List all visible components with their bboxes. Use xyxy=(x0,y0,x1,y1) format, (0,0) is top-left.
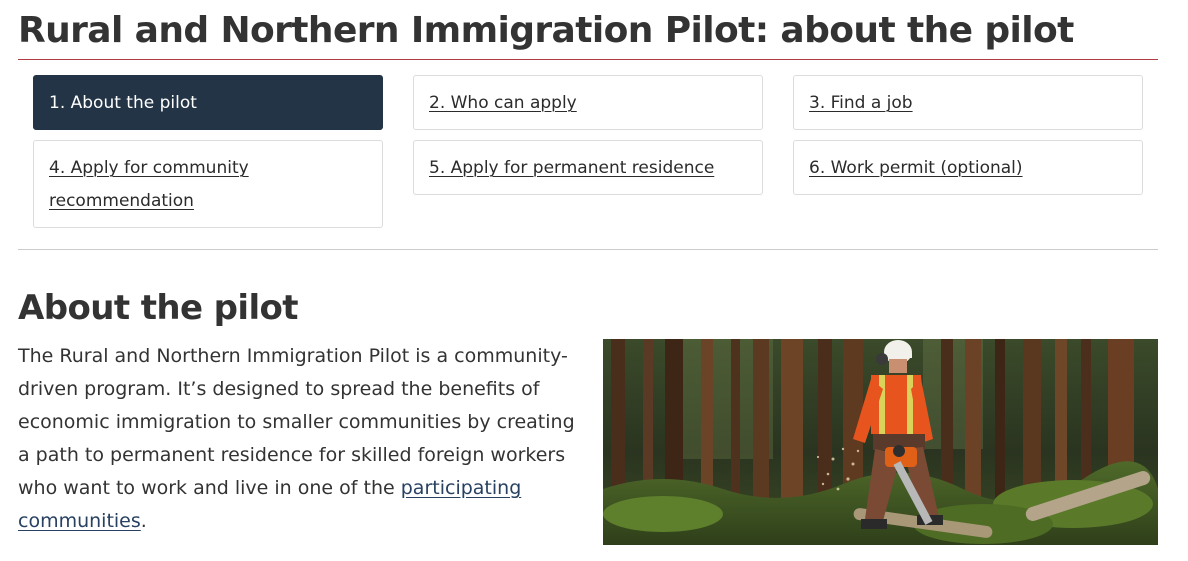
step-find-a-job[interactable]: 3. Find a job xyxy=(793,75,1143,130)
step-navigation: 1. About the pilot 2. Who can apply 3. F… xyxy=(0,0,1188,240)
step-link-find-a-job[interactable]: 3. Find a job xyxy=(809,93,913,113)
step-who-can-apply[interactable]: 2. Who can apply xyxy=(413,75,763,130)
step-work-permit[interactable]: 6. Work permit (optional) xyxy=(793,140,1143,195)
section-divider xyxy=(18,249,1158,250)
intro-text: The Rural and Northern Immigration Pilot… xyxy=(18,345,575,499)
step-link-about-the-pilot[interactable]: 1. About the pilot xyxy=(49,93,197,113)
step-about-the-pilot[interactable]: 1. About the pilot xyxy=(33,75,383,130)
forestry-worker-photo xyxy=(603,339,1158,545)
section-heading: About the pilot xyxy=(18,288,299,328)
step-link-apply-for-permanent-residence[interactable]: 5. Apply for permanent residence xyxy=(429,158,714,178)
intro-end: . xyxy=(140,510,147,532)
intro-paragraph: The Rural and Northern Immigration Pilot… xyxy=(18,340,590,538)
step-apply-for-community-recommendation[interactable]: 4. Apply for community recommendation xyxy=(33,140,383,228)
step-apply-for-permanent-residence[interactable]: 5. Apply for permanent residence xyxy=(413,140,763,195)
step-link-who-can-apply[interactable]: 2. Who can apply xyxy=(429,93,577,113)
step-link-apply-for-community-recommendation[interactable]: 4. Apply for community recommendation xyxy=(49,158,249,211)
step-link-work-permit[interactable]: 6. Work permit (optional) xyxy=(809,158,1023,178)
